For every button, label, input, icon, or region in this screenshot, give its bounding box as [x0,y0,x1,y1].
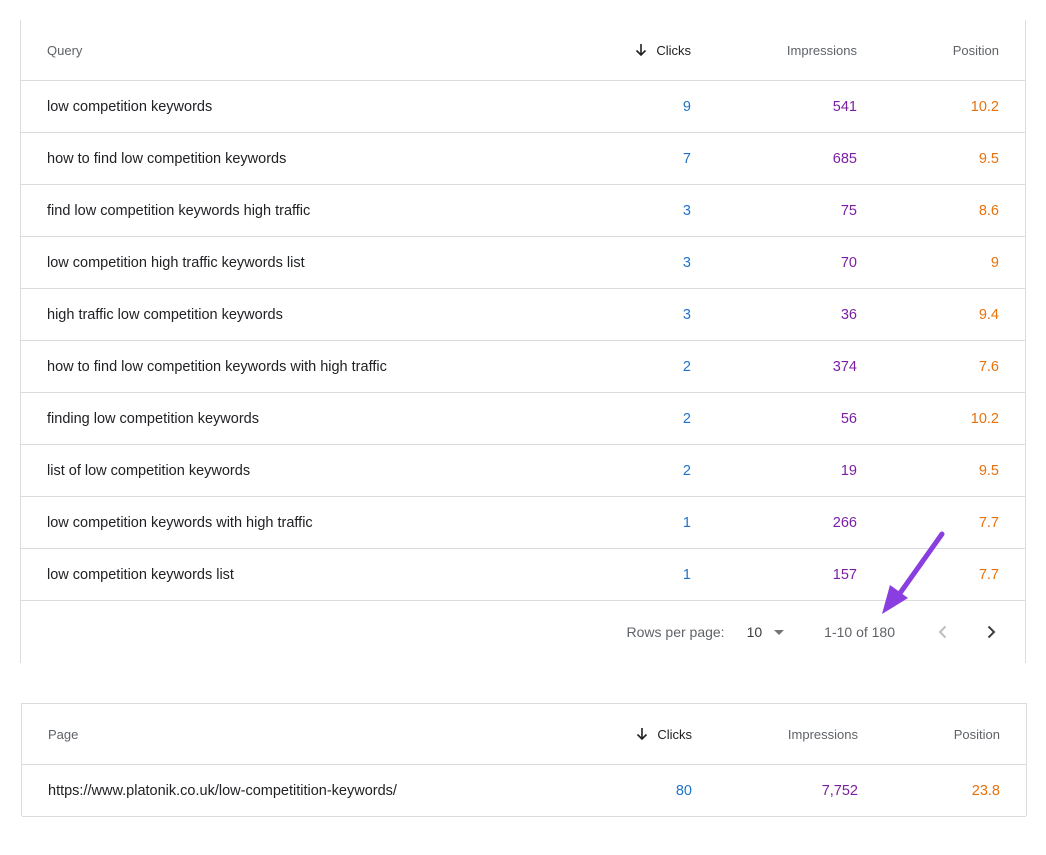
query-cell: high traffic low competition keywords [21,288,551,341]
clicks-cell: 1 [551,548,691,601]
queries-table-body: low competition keywords 9 541 10.2 how to f… [21,80,1025,601]
impressions-cell: 541 [691,80,857,133]
position-cell: 7.7 [857,548,1025,601]
next-page-button[interactable] [979,620,1003,644]
impressions-column-header[interactable]: Impressions [691,20,857,81]
position-cell: 9 [857,236,1025,289]
position-cell: 9.5 [857,132,1025,185]
clicks-cell: 2 [551,340,691,393]
table-header-row: Page Clicks Impressions Position [22,704,1026,765]
position-cell: 8.6 [857,184,1025,237]
pages-table-panel: Page Clicks Impressions Position https:/… [21,703,1027,817]
chevron-right-icon [987,625,996,638]
impressions-cell: 685 [691,132,857,185]
arrow-down-icon [637,727,648,740]
clicks-cell: 80 [552,764,692,817]
chevron-left-icon [938,625,947,638]
previous-page-button[interactable] [931,620,955,644]
position-cell: 7.6 [857,340,1025,393]
clicks-cell: 9 [551,80,691,133]
arrow-down-icon [636,43,647,56]
query-cell: how to find low competition keywords [21,132,551,185]
impressions-cell: 374 [691,340,857,393]
query-cell: low competition keywords with high traff… [21,496,551,549]
clicks-cell: 7 [551,132,691,185]
table-header-row: Query Clicks Impressions Position [21,20,1025,81]
page-url-cell: https://www.platonik.co.uk/low-competiti… [22,764,552,817]
query-cell: list of low competition keywords [21,444,551,497]
impressions-cell: 266 [691,496,857,549]
position-cell: 9.4 [857,288,1025,341]
table-row[interactable]: low competition keywords 9 541 10.2 [21,80,1025,133]
pages-table: Page Clicks Impressions Position https:/… [22,704,1026,817]
impressions-cell: 157 [691,548,857,601]
rows-per-page-label: Rows per page: [626,623,725,640]
query-cell: how to find low competition keywords wit… [21,340,551,393]
position-column-header[interactable]: Position [857,20,1025,81]
queries-table: Query Clicks Impressions Position low co… [21,20,1025,601]
position-cell: 23.8 [858,764,1026,817]
table-row[interactable]: finding low competition keywords 2 56 10.2 [21,392,1025,445]
clicks-cell: 3 [551,236,691,289]
query-cell: low competition keywords [21,80,551,133]
clicks-cell: 3 [551,288,691,341]
position-cell: 7.7 [857,496,1025,549]
query-column-header[interactable]: Query [21,20,551,81]
impressions-cell: 70 [691,236,857,289]
table-row[interactable]: how to find low competition keywords 7 685… [21,132,1025,185]
clicks-column-header[interactable]: Clicks [552,704,692,765]
table-row[interactable]: find low competition keywords high traff… [21,184,1025,237]
pagination-bar: Rows per page: 10 1-10 of 180 [21,600,1025,663]
table-row[interactable]: list of low competition keywords 2 19 9.5 [21,444,1025,497]
page-column-header[interactable]: Page [22,704,552,765]
clicks-cell: 3 [551,184,691,237]
pagination-range: 1-10 of 180 [824,623,895,640]
impressions-cell: 75 [691,184,857,237]
caret-down-icon[interactable] [772,625,786,639]
impressions-cell: 36 [691,288,857,341]
clicks-column-header[interactable]: Clicks [551,20,691,81]
impressions-cell: 19 [691,444,857,497]
queries-table-panel: Query Clicks Impressions Position low co… [20,20,1026,663]
table-row[interactable]: low competition high traffic keywords li… [21,236,1025,289]
clicks-header-label: Clicks [656,42,691,58]
impressions-cell: 56 [691,392,857,445]
table-row[interactable]: high traffic low competition keywords 3 36… [21,288,1025,341]
query-cell: find low competition keywords high traff… [21,184,551,237]
query-cell: finding low competition keywords [21,392,551,445]
position-column-header[interactable]: Position [858,704,1026,765]
clicks-cell: 1 [551,496,691,549]
rows-per-page-select[interactable]: 10 [747,624,763,640]
clicks-cell: 2 [551,444,691,497]
pages-table-body: https://www.platonik.co.uk/low-competiti… [22,764,1026,817]
table-row[interactable]: how to find low competition keywords wit… [21,340,1025,393]
impressions-cell: 7,752 [692,764,858,817]
table-row[interactable]: low competition keywords with high traff… [21,496,1025,549]
table-row[interactable]: https://www.platonik.co.uk/low-competiti… [22,764,1026,817]
impressions-column-header[interactable]: Impressions [692,704,858,765]
position-cell: 10.2 [857,392,1025,445]
query-cell: low competition keywords list [21,548,551,601]
table-row[interactable]: low competition keywords list 1 157 7.7 [21,548,1025,601]
position-cell: 9.5 [857,444,1025,497]
clicks-header-label: Clicks [657,726,692,742]
position-cell: 10.2 [857,80,1025,133]
clicks-cell: 2 [551,392,691,445]
query-cell: low competition high traffic keywords li… [21,236,551,289]
